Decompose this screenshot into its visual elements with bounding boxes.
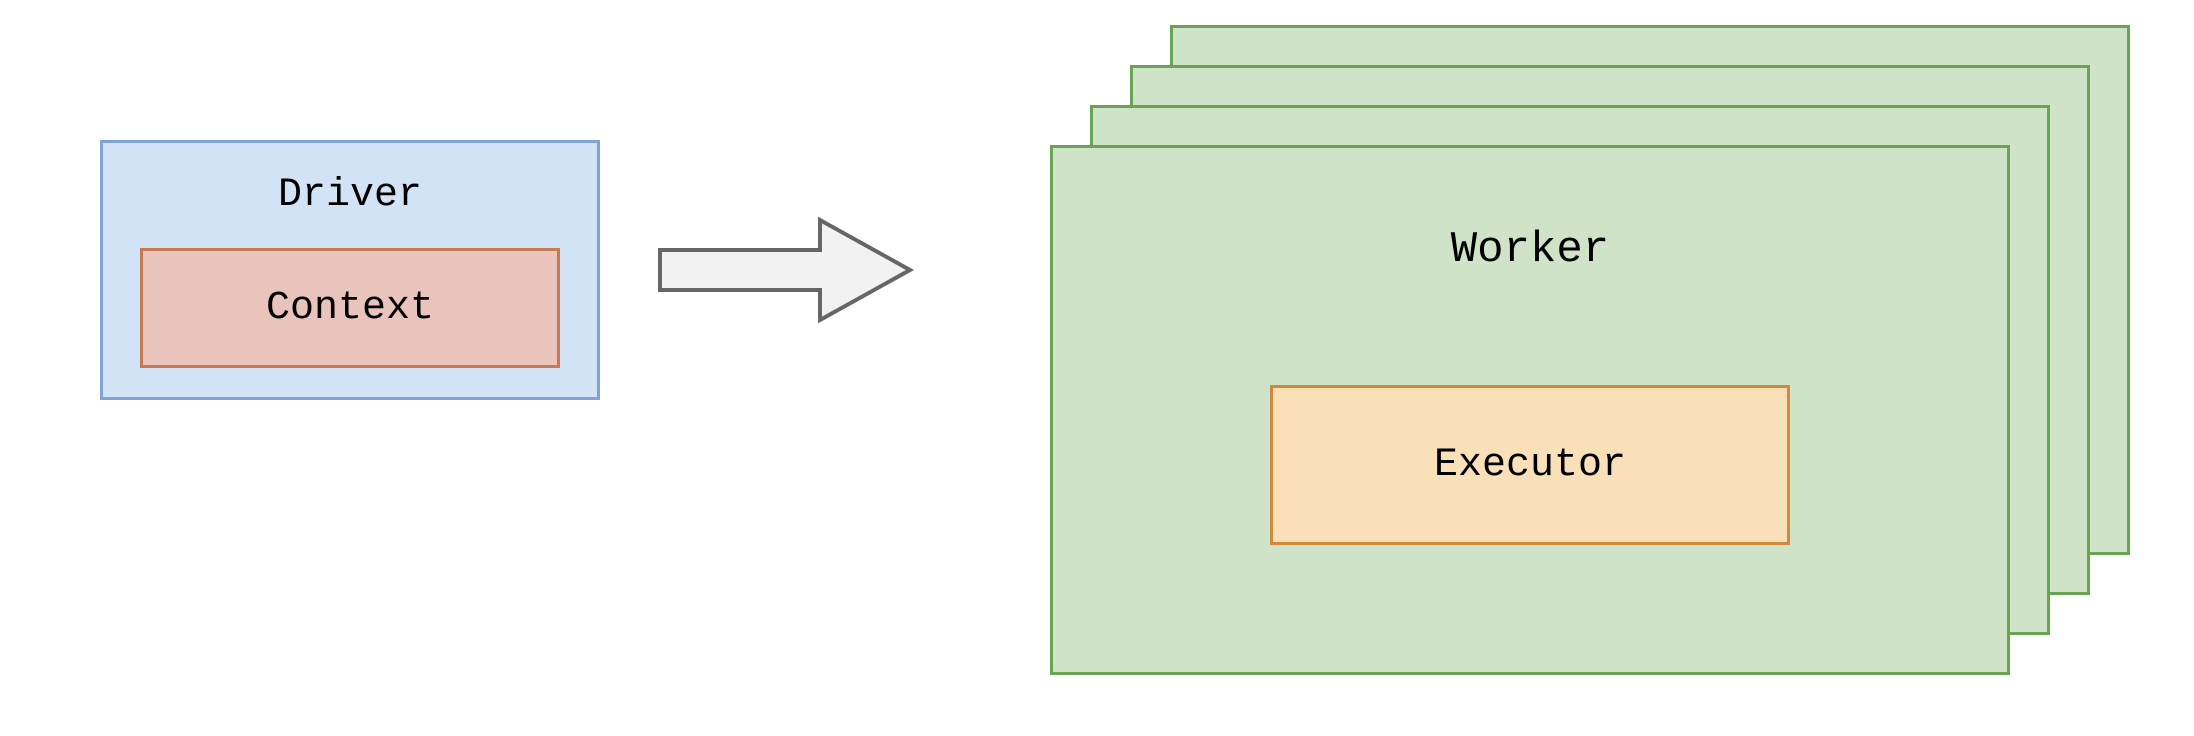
worker-title: Worker <box>1451 225 1609 275</box>
worker-stack: Worker Executor <box>1050 25 2150 705</box>
driver-title: Driver <box>278 173 422 218</box>
executor-title: Executor <box>1434 443 1626 488</box>
context-title: Context <box>266 286 434 331</box>
driver-box: Driver Context <box>100 140 600 400</box>
context-box: Context <box>140 248 560 368</box>
worker-box: Worker Executor <box>1050 145 2010 675</box>
executor-box: Executor <box>1270 385 1790 545</box>
arrow-icon <box>650 205 920 335</box>
